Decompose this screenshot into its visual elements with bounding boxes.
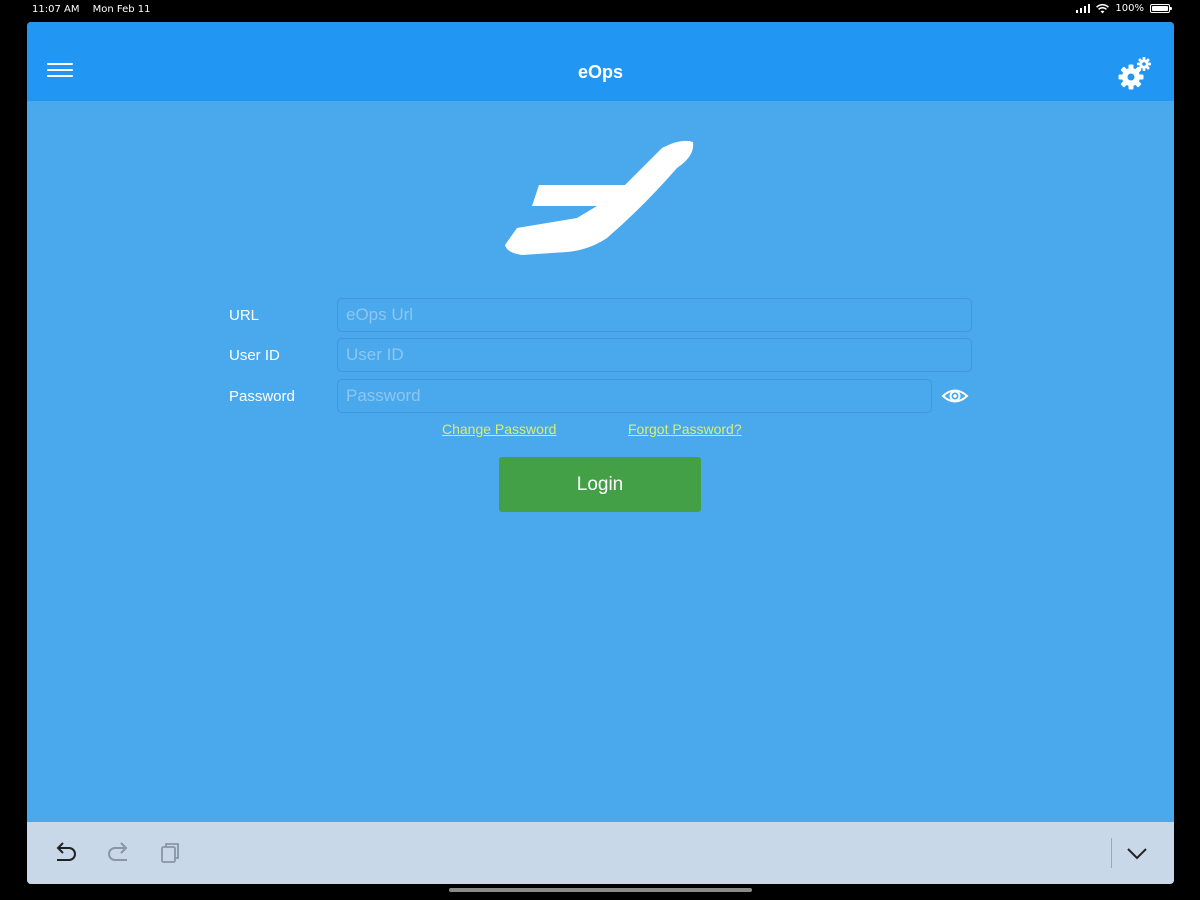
show-password-button[interactable]	[941, 385, 969, 407]
paste-button[interactable]	[156, 839, 184, 867]
airplane-logo	[505, 140, 694, 255]
wifi-icon	[1096, 3, 1110, 13]
toolbar-divider	[1111, 838, 1112, 868]
keyboard-toolbar	[27, 822, 1174, 884]
password-row: Password	[229, 379, 974, 413]
chevron-down-icon	[1127, 848, 1147, 860]
status-date: Mon Feb 11	[92, 4, 151, 15]
undo-icon	[56, 842, 76, 861]
password-input[interactable]	[337, 379, 932, 413]
battery-percent: 100%	[1115, 3, 1144, 14]
user-id-label: User ID	[229, 347, 280, 364]
user-id-input[interactable]	[337, 338, 972, 372]
status-time: 11:07 AM	[32, 4, 80, 15]
login-button[interactable]: Login	[499, 457, 701, 512]
status-left: 11:07 AM Mon Feb 11	[32, 4, 151, 15]
url-label: URL	[229, 307, 260, 324]
status-bar: 11:07 AM Mon Feb 11 100%	[0, 0, 1200, 20]
change-password-link[interactable]: Change Password	[442, 421, 556, 437]
url-input[interactable]	[337, 298, 972, 332]
settings-button[interactable]	[1116, 55, 1154, 93]
app-window: eOps URL eOps Url User ID User ID Passwo…	[27, 22, 1174, 884]
battery-icon	[1150, 4, 1172, 13]
forgot-password-link[interactable]: Forgot Password?	[628, 421, 742, 437]
eye-icon	[941, 389, 969, 403]
home-indicator	[449, 888, 752, 892]
nav-bar: eOps	[27, 22, 1174, 101]
gears-icon	[1118, 57, 1151, 90]
redo-icon	[108, 842, 128, 861]
signal-icon	[1076, 4, 1091, 13]
redo-button[interactable]	[104, 839, 132, 867]
clipboard-icon	[161, 843, 179, 863]
password-label: Password	[229, 388, 295, 405]
page-title: eOps	[577, 62, 624, 82]
collapse-keyboard-button[interactable]	[1123, 839, 1151, 867]
status-right: 100%	[1076, 3, 1172, 14]
undo-button[interactable]	[52, 839, 80, 867]
